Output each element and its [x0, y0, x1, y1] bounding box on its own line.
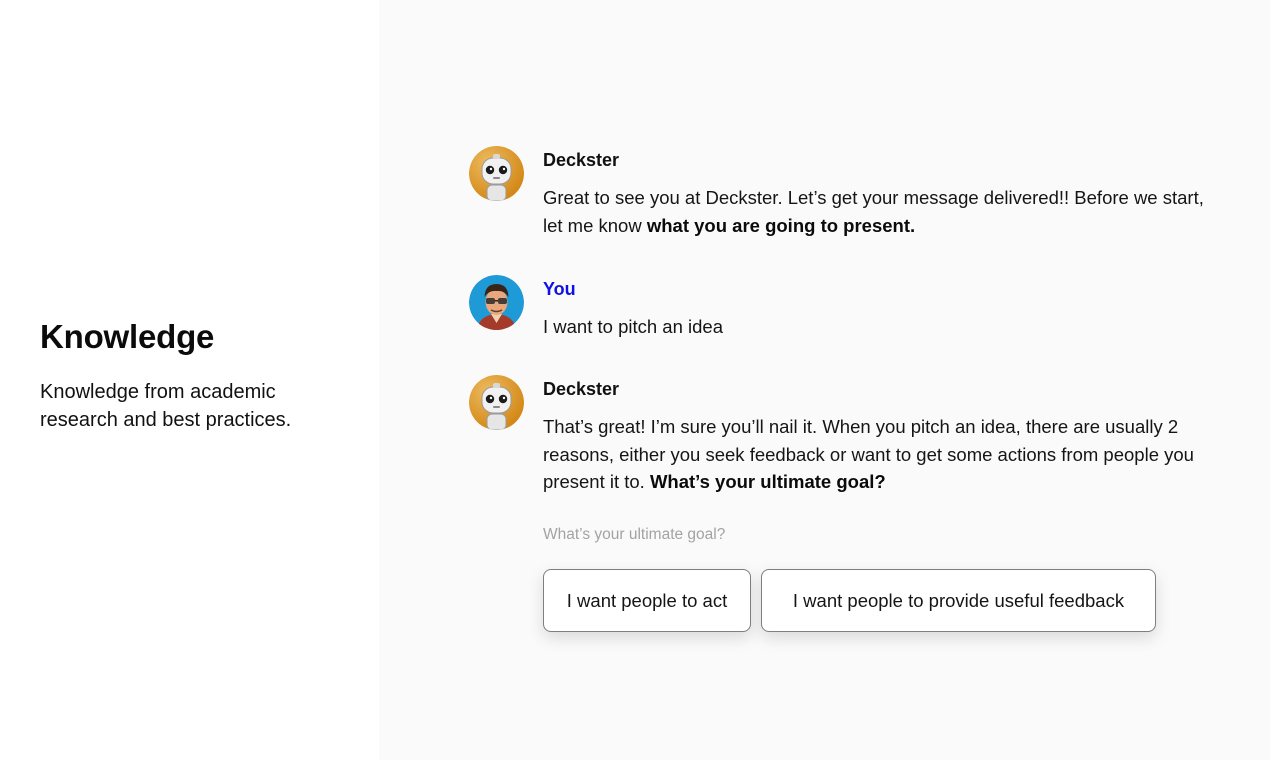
message-text: I want to pitch an idea — [543, 316, 723, 337]
sender-name: Deckster — [543, 150, 620, 170]
robot-avatar-icon — [469, 375, 524, 430]
message-body: Deckster Great to see you at Deckster. L… — [543, 148, 1209, 239]
user-avatar-icon — [469, 275, 524, 330]
sender-name: Deckster — [543, 379, 620, 399]
sender-name: You — [543, 279, 576, 299]
feature-panel: Knowledge Knowledge from academic resear… — [0, 0, 379, 760]
message-body: You I want to pitch an idea — [543, 277, 1209, 341]
choice-act-button[interactable]: I want people to act — [543, 569, 751, 632]
choice-prompt-label: What’s your ultimate goal? — [543, 526, 726, 543]
chat-panel: Deckster Great to see you at Deckster. L… — [379, 0, 1270, 760]
feature-description: Knowledge from academic research and bes… — [40, 381, 292, 431]
message-text: Great to see you at Deckster. Let’s get … — [543, 187, 1204, 236]
choice-feedback-button[interactable]: I want people to provide useful feedback — [761, 569, 1156, 632]
message-text: That’s great! I’m sure you’ll nail it. W… — [543, 416, 1194, 492]
robot-avatar-icon — [469, 146, 524, 201]
feature-title: Knowledge — [40, 318, 215, 355]
message-text-emphasis: what you are going to present. — [646, 214, 916, 236]
message-text-emphasis: What’s your ultimate goal? — [649, 471, 886, 492]
message-body: Deckster That’s great! I’m sure you’ll n… — [543, 377, 1209, 496]
